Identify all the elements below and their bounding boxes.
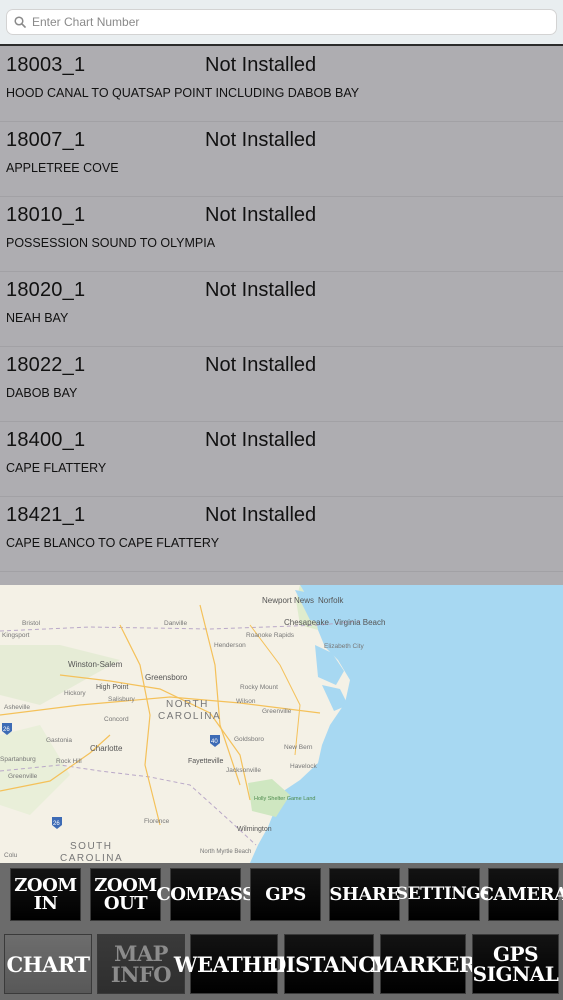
share-button[interactable]: SHARE: [329, 868, 400, 921]
map-label: Asheville: [4, 704, 30, 711]
install-status: Not Installed: [205, 204, 317, 226]
map-label: Norfolk: [318, 596, 344, 605]
map-label: Bristol: [22, 620, 41, 627]
map-label: Charlotte: [90, 744, 123, 753]
map-label: Colu: [4, 852, 18, 859]
map-label: Florence: [144, 818, 170, 825]
install-status: Not Installed: [205, 354, 317, 376]
chart-list-item[interactable]: 18010_1 Not Installed POSSESSION SOUND T…: [0, 196, 563, 272]
map-label: Danville: [164, 620, 188, 627]
map-region-label: CAROLINA: [158, 711, 221, 722]
map-label: Salisbury: [108, 696, 135, 703]
map-label: Elizabeth City: [324, 643, 364, 650]
install-status: Not Installed: [205, 504, 317, 526]
map-region-label: SOUTH: [70, 841, 113, 852]
highway-shield-label: 40: [211, 739, 218, 745]
weather-button[interactable]: WEATHER: [174, 934, 295, 994]
map-view[interactable]: Newport News Norfolk Chesapeake Virginia…: [0, 585, 563, 863]
map-label: Concord: [104, 716, 129, 723]
install-status: Not Installed: [205, 129, 317, 151]
marker-button[interactable]: MARKER: [370, 934, 476, 994]
map-label: New Bern: [284, 744, 313, 751]
map-label: Roanoke Rapids: [246, 632, 295, 639]
toolbar: ZOOM IN ZOOM OUT COMPASS GPS SHARE SETTI…: [0, 863, 563, 1000]
chart-number: 18400_1: [6, 429, 86, 451]
chart-list-item[interactable]: 18007_1 Not Installed APPLETREE COVE: [0, 121, 563, 197]
map-label: Holly Shelter Game Land: [254, 796, 315, 802]
chart-name: POSSESSION SOUND TO OLYMPIA: [6, 236, 216, 250]
chart-number: 18003_1: [6, 54, 86, 76]
map-label: Wilmington: [237, 826, 272, 833]
chart-number: 18010_1: [6, 204, 86, 226]
chart-number: 18020_1: [6, 279, 86, 301]
search-bar[interactable]: [6, 9, 557, 35]
chart-list-item[interactable]: 18022_1 Not Installed DABOB BAY: [0, 346, 563, 422]
map-label: Greenville: [8, 773, 38, 780]
map-label: Rock Hill: [56, 758, 82, 765]
chart-name: HOOD CANAL TO QUATSAP POINT INCLUDING DA…: [6, 86, 360, 100]
chart-number-input[interactable]: [30, 14, 534, 30]
install-status: Not Installed: [205, 279, 317, 301]
map-label: Chesapeake: [284, 618, 329, 627]
chart-list-item[interactable]: 18020_1 Not Installed NEAH BAY: [0, 271, 563, 347]
compass-button[interactable]: COMPASS: [156, 868, 255, 921]
top-bar: [0, 0, 563, 44]
map-label: Spartanburg: [0, 756, 36, 763]
zoom-out-button[interactable]: ZOOM OUT: [90, 868, 161, 921]
map-canvas: Newport News Norfolk Chesapeake Virginia…: [0, 585, 385, 863]
map-label: Goldsboro: [234, 736, 264, 743]
camera-button[interactable]: CAMERA: [480, 868, 563, 921]
map-label: Henderson: [214, 642, 246, 649]
chart-list-item[interactable]: 18421_1 Not Installed CAPE BLANCO TO CAP…: [0, 496, 563, 572]
map-label: Hickory: [64, 690, 86, 697]
map-label: Rocky Mount: [240, 684, 278, 691]
map-label: Virginia Beach: [334, 618, 385, 627]
map-label: Fayetteville: [188, 758, 224, 765]
map-label: Greensboro: [145, 673, 188, 682]
install-status: Not Installed: [205, 54, 317, 76]
distance-button[interactable]: DISTANCE: [268, 934, 390, 994]
map-region-label: NORTH: [166, 699, 209, 710]
install-status: Not Installed: [205, 429, 317, 451]
chart-number: 18007_1: [6, 129, 86, 151]
chart-name: CAPE FLATTERY: [6, 461, 107, 475]
map-label: High Point: [96, 684, 128, 691]
map-region-label: CAROLINA: [60, 853, 123, 863]
chart-list-item[interactable]: 18003_1 Not Installed HOOD CANAL TO QUAT…: [0, 46, 563, 122]
map-info-button[interactable]: MAP INFO: [97, 934, 185, 994]
chart-name: CAPE BLANCO TO CAPE FLATTERY: [6, 536, 220, 550]
chart-name: APPLETREE COVE: [6, 161, 119, 175]
map-label: Kingsport: [2, 632, 30, 639]
map-label: Winston-Salem: [68, 660, 123, 669]
highway-shield-label: 26: [3, 727, 10, 733]
map-label: Gastonia: [46, 737, 72, 744]
settings-button[interactable]: SETTINGS: [396, 868, 493, 921]
map-label: Wilson: [236, 698, 256, 705]
chart-button[interactable]: CHART: [4, 934, 92, 994]
map-label: Havelock: [290, 763, 317, 770]
zoom-in-button[interactable]: ZOOM IN: [10, 868, 81, 921]
map-label: Greenville: [262, 708, 292, 715]
search-icon: [12, 14, 28, 30]
chart-name: NEAH BAY: [6, 311, 69, 325]
chart-list[interactable]: 18003_1 Not Installed HOOD CANAL TO QUAT…: [0, 44, 563, 585]
highway-shield-label: 26: [53, 821, 60, 827]
chart-name: DABOB BAY: [6, 386, 78, 400]
chart-number: 18022_1: [6, 354, 86, 376]
chart-list-item[interactable]: 18400_1 Not Installed CAPE FLATTERY: [0, 421, 563, 497]
map-label: North Myrtle Beach: [200, 849, 251, 855]
map-label: Newport News: [262, 596, 314, 605]
gps-signal-button[interactable]: GPS SIGNAL: [472, 934, 559, 994]
map-label: Jacksonville: [226, 767, 261, 774]
chart-number: 18421_1: [6, 504, 86, 526]
gps-button[interactable]: GPS: [250, 868, 321, 921]
